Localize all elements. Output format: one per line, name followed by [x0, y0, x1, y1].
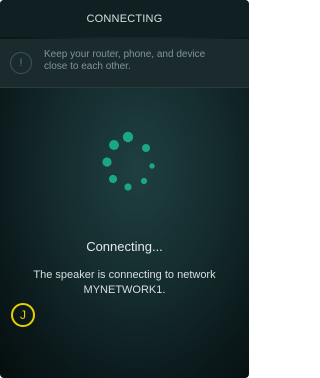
page-title: CONNECTING	[0, 0, 249, 37]
connection-message: The speaker is connecting to network MYN…	[0, 268, 249, 298]
spinner-dot	[140, 177, 148, 185]
spinner-dot	[122, 131, 134, 143]
connecting-screen: CONNECTING ! Keep your router, phone, an…	[0, 0, 249, 378]
tip-line-2: close to each other.	[44, 61, 131, 72]
tip-banner: ! Keep your router, phone, and device cl…	[0, 39, 249, 88]
spinner-dot	[102, 157, 112, 167]
spinner-dot	[142, 144, 150, 152]
message-line-1: The speaker is connecting to network	[33, 269, 216, 281]
tip-line-1: Keep your router, phone, and device	[44, 49, 206, 60]
spinner-dot	[108, 174, 118, 184]
spinner-dot	[124, 183, 132, 191]
status-label: Connecting...	[86, 239, 163, 254]
annotation-marker: J	[11, 303, 35, 327]
spinner-dot	[109, 140, 119, 150]
spinner-dot	[149, 163, 155, 169]
tip-text: Keep your router, phone, and device clos…	[44, 49, 244, 73]
network-name: MYNETWORK1.	[83, 284, 166, 296]
loading-spinner-icon	[102, 131, 155, 191]
info-icon: !	[10, 52, 32, 74]
